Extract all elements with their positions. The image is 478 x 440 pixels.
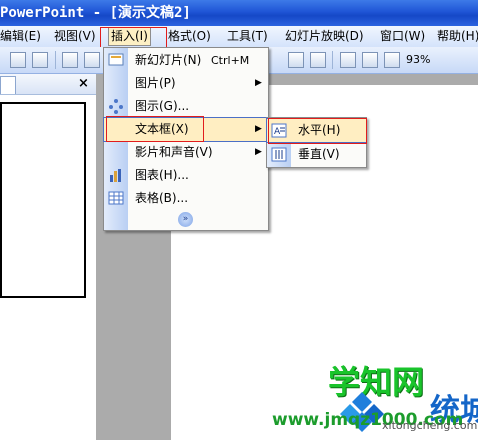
menu-item-label: 图片(P) — [135, 76, 176, 90]
menu-item-vertical[interactable]: 垂直(V) — [267, 143, 366, 166]
expand-icon[interactable] — [340, 52, 356, 68]
menu-item-shortcut: Ctrl+M — [211, 54, 250, 67]
title-bar: PowerPoint - [演示文稿2] — [0, 0, 478, 26]
menu-item-picture[interactable]: 图片(P) ▶ — [104, 72, 268, 95]
menu-edit[interactable]: 编辑(E) — [0, 28, 43, 45]
menu-item-table[interactable]: 表格(B)... — [104, 187, 268, 210]
menu-tools[interactable]: 工具(T) — [225, 28, 270, 45]
diagram-icon — [109, 99, 123, 114]
insert-chart-icon[interactable] — [288, 52, 304, 68]
annotation-box-horizontal — [268, 118, 367, 144]
chart-icon — [110, 169, 121, 182]
toolbar-separator — [55, 51, 56, 69]
research-icon[interactable] — [84, 52, 100, 68]
new-slide-icon — [108, 53, 124, 66]
menu-help[interactable]: 帮助(H) — [435, 28, 478, 45]
zoom-box[interactable]: 93% — [406, 53, 430, 66]
toolbar-separator — [332, 51, 333, 69]
menu-item-movies-sounds[interactable]: 影片和声音(V) ▶ — [104, 141, 268, 164]
close-icon[interactable]: × — [78, 76, 89, 91]
table-icon — [108, 191, 124, 205]
submenu-arrow-icon: ▶ — [255, 124, 262, 134]
annotation-box-textbox — [106, 116, 204, 142]
menu-format[interactable]: 格式(O) — [166, 28, 213, 45]
slides-tab[interactable] — [0, 76, 16, 94]
watermark-subtitle: xitongcheng.com — [382, 419, 478, 432]
annotation-box-insert — [100, 27, 167, 49]
window-title: PowerPoint - [演示文稿2] — [0, 5, 191, 21]
menu-item-label: 图示(G)... — [135, 99, 190, 113]
print-icon[interactable] — [10, 52, 26, 68]
spelling-icon[interactable] — [62, 52, 78, 68]
menu-item-label: 表格(B)... — [135, 191, 189, 205]
print-preview-icon[interactable] — [32, 52, 48, 68]
menu-item-label: 垂直(V) — [298, 147, 340, 161]
menu-item-chart[interactable]: 图表(H)... — [104, 164, 268, 187]
pane-tabs: × — [0, 74, 96, 95]
vertical-textbox-icon — [271, 147, 287, 162]
insert-table-icon[interactable] — [310, 52, 326, 68]
menu-slideshow[interactable]: 幻灯片放映(D) — [283, 28, 366, 45]
grid-icon[interactable] — [384, 52, 400, 68]
show-formatting-icon[interactable] — [362, 52, 378, 68]
submenu-arrow-icon: ▶ — [255, 78, 262, 88]
menu-item-new-slide[interactable]: 新幻灯片(N) Ctrl+M — [104, 49, 268, 72]
menu-item-label: 新幻灯片(N) — [135, 53, 202, 67]
submenu-arrow-icon: ▶ — [255, 147, 262, 157]
menu-item-diagram[interactable]: 图示(G)... — [104, 95, 268, 118]
menu-view[interactable]: 视图(V) — [52, 28, 98, 45]
slides-pane: × — [0, 74, 96, 440]
expand-menu-icon[interactable]: » — [178, 212, 193, 227]
slide-thumbnail[interactable] — [0, 102, 86, 298]
menu-bar: 编辑(E) 视图(V) 插入(I) 格式(O) 工具(T) 幻灯片放映(D) 窗… — [0, 26, 478, 48]
menu-item-label: 图表(H)... — [135, 168, 189, 182]
menu-window[interactable]: 窗口(W) — [378, 28, 427, 45]
menu-item-label: 影片和声音(V) — [135, 145, 213, 159]
